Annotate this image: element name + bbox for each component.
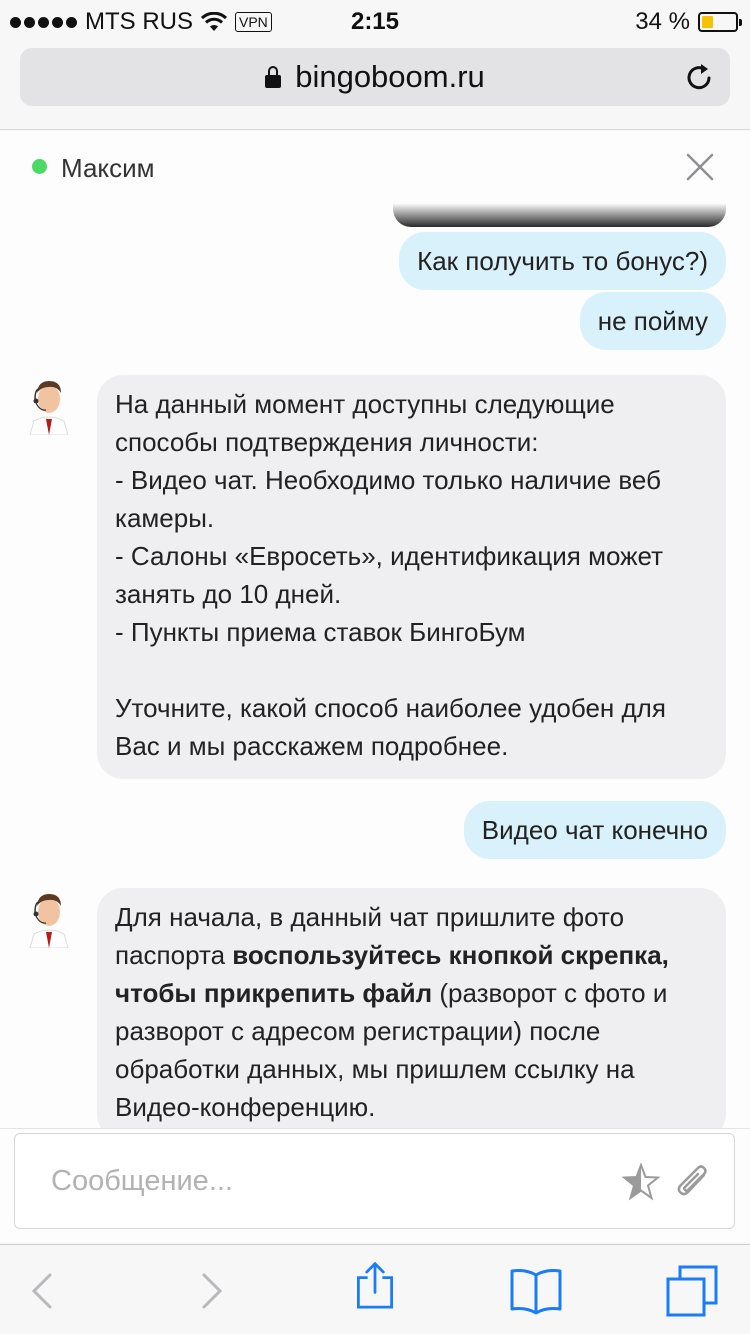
agent-message: На данный момент доступны следующие спос… — [97, 375, 726, 779]
status-right: 34 % — [635, 8, 742, 36]
user-message: Как получить то бонус?) — [399, 232, 726, 290]
user-message: Видео чат конечно — [463, 801, 726, 859]
partial-image-attachment — [393, 203, 726, 227]
battery-level — [702, 16, 713, 28]
message-composer — [0, 1128, 750, 1242]
url-text: bingoboom.ru — [295, 59, 485, 94]
forward-icon[interactable] — [186, 1267, 234, 1315]
chat-header: Максим — [0, 131, 750, 203]
browser-toolbar — [0, 1244, 750, 1334]
tabs-icon[interactable] — [666, 1265, 718, 1317]
agent-avatar — [29, 894, 69, 948]
back-icon[interactable] — [20, 1267, 68, 1315]
battery-icon — [698, 12, 742, 32]
battery-percent: 34 % — [635, 8, 690, 35]
user-message: не пойму — [579, 292, 726, 350]
agent-message: Для начала, в данный чат пришлите фото п… — [97, 888, 726, 1128]
close-icon[interactable] — [686, 153, 714, 181]
status-bar: MTS RUS VPN 2:15 34 % — [0, 0, 750, 40]
star-icon[interactable] — [622, 1163, 660, 1201]
chat-messages[interactable]: Как получить то бонус?) не пойму На данн… — [0, 203, 750, 1128]
lock-icon — [265, 66, 282, 88]
paperclip-icon[interactable] — [674, 1161, 712, 1201]
agent-avatar — [29, 381, 69, 435]
agent-name: Максим — [61, 153, 155, 183]
browser-address-area: bingoboom.ru — [0, 40, 750, 130]
share-icon[interactable] — [351, 1261, 399, 1309]
url-bar[interactable]: bingoboom.ru — [20, 48, 730, 106]
online-status-icon — [32, 159, 47, 174]
reload-icon[interactable] — [684, 61, 716, 93]
bookmarks-icon[interactable] — [508, 1267, 564, 1315]
